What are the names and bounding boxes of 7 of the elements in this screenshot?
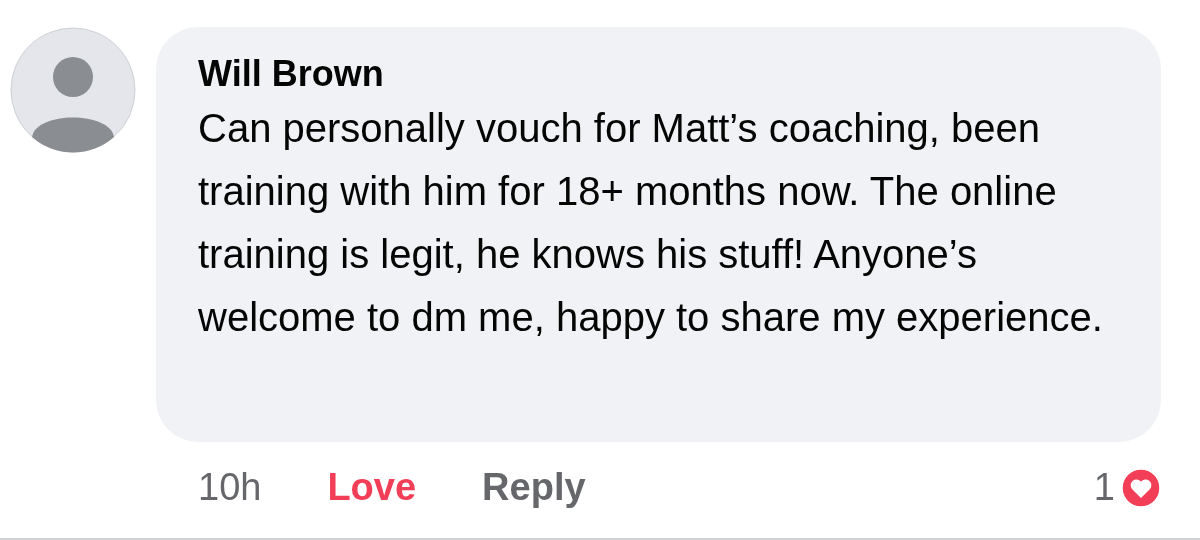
avatar-icon[interactable] <box>10 27 136 153</box>
action-link[interactable]: Love <box>327 466 417 509</box>
comment-text: Can personally vouch for Matt’s coaching, been training with him for 18+ months now. The online training is legit, he knows his stuff! Anyone’s welcome to dm me, happy to share my experience. <box>198 105 1104 341</box>
action-link[interactable]: Reply <box>482 466 586 509</box>
comment-time: 10h <box>198 466 262 509</box>
author-name[interactable]: Will Brown <box>198 53 1131 95</box>
reaction-count: 1 <box>1093 466 1115 509</box>
